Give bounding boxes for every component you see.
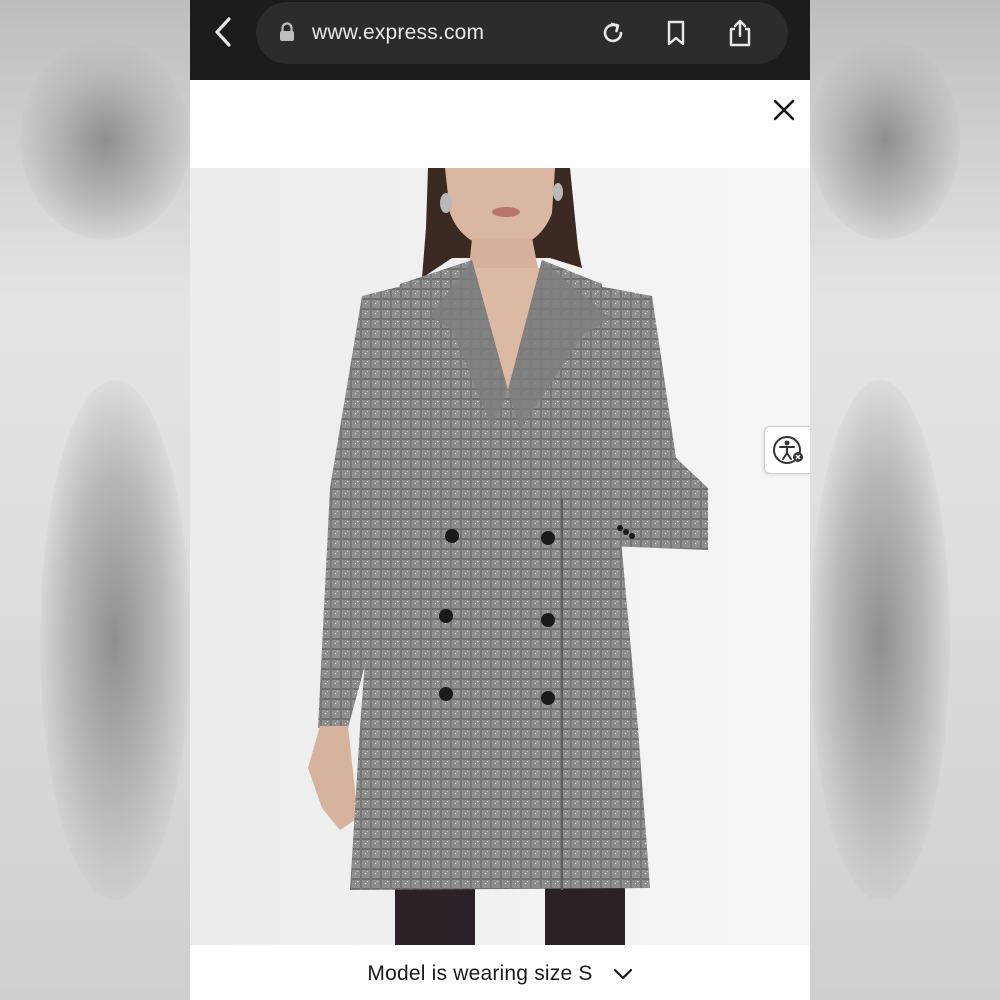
bookmark-icon: [667, 20, 685, 46]
accessibility-button[interactable]: [764, 426, 810, 474]
size-info-toggle[interactable]: Model is wearing size S: [190, 948, 810, 1000]
size-note-text: Model is wearing size S: [367, 962, 593, 985]
back-button[interactable]: [204, 12, 244, 52]
accessibility-icon: [773, 436, 803, 464]
chevron-left-icon: [215, 17, 231, 47]
model-in-blazer-dress-illustration: [190, 168, 810, 945]
close-button[interactable]: [768, 94, 800, 126]
close-icon: [773, 99, 795, 121]
product-image[interactable]: [190, 168, 810, 945]
lock-icon: [280, 22, 294, 41]
url-text[interactable]: www.express.com: [312, 21, 484, 45]
share-icon: [729, 19, 751, 47]
browser-toolbar: www.express.com: [190, 0, 810, 80]
bookmark-button[interactable]: [659, 16, 693, 50]
chevron-down-icon: [613, 964, 633, 984]
blurred-backdrop-left: [0, 0, 190, 1000]
phone-screen: www.express.com Model is wearing size S: [190, 0, 810, 1000]
address-bar[interactable]: www.express.com: [256, 2, 788, 64]
reload-button[interactable]: [596, 16, 630, 50]
blurred-backdrop-right: [810, 0, 1000, 1000]
reload-icon: [603, 22, 623, 43]
share-button[interactable]: [723, 16, 757, 50]
